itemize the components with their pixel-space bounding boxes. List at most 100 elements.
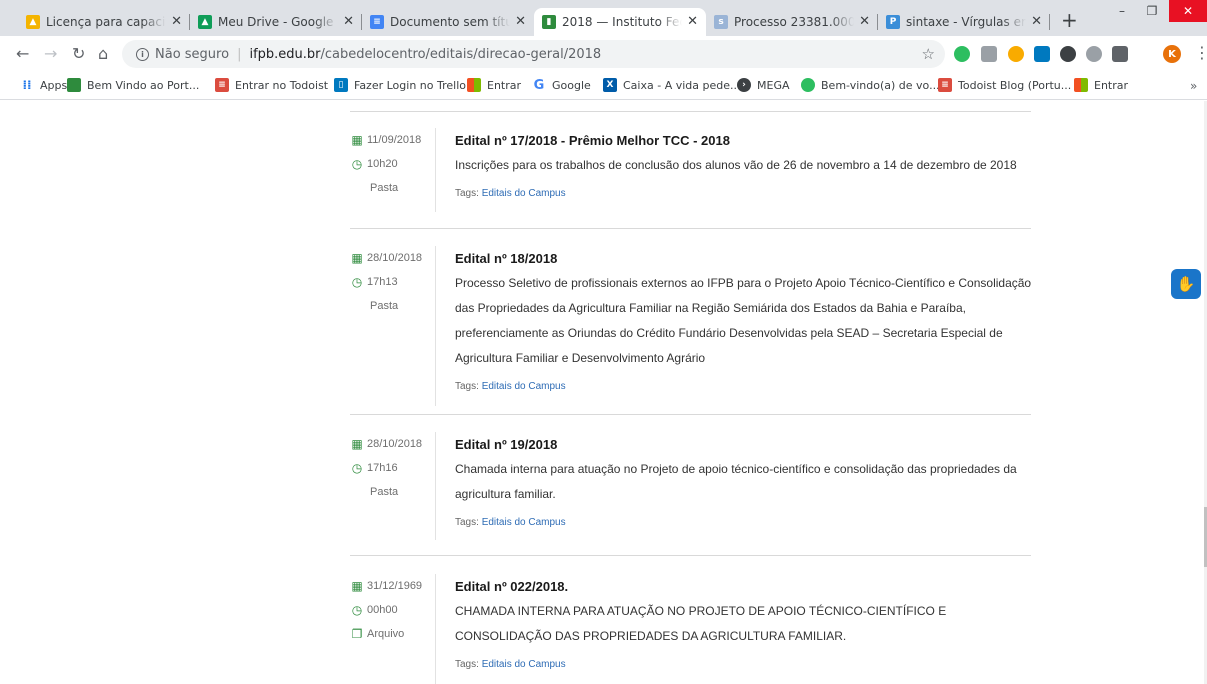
bookmark-star-icon[interactable]: ☆	[922, 45, 935, 63]
evernote-extension-icon[interactable]	[954, 46, 970, 62]
edital-date: 11/09/2018	[367, 134, 422, 146]
close-tab-icon[interactable]: ✕	[687, 14, 698, 30]
close-tab-icon[interactable]: ✕	[859, 14, 870, 30]
tag-link[interactable]: Editais do Campus	[482, 381, 566, 392]
timer-extension-icon[interactable]	[1008, 46, 1024, 62]
edital-date: 31/12/1969	[367, 580, 423, 592]
tag-link[interactable]: Editais do Campus	[482, 659, 566, 670]
minimize-button[interactable]: –	[1107, 0, 1137, 22]
more-menu-icon[interactable]: ⋮	[1194, 44, 1207, 62]
edital-title-link[interactable]: Edital nº 18/2018	[455, 248, 1045, 270]
divider	[350, 111, 1031, 112]
bookmark-todoist-blog[interactable]: ≡ Todoist Blog (Portu...	[938, 78, 1071, 92]
tab-title: 2018 — Instituto Federal	[562, 15, 682, 29]
forward-arrow-icon[interactable]: →	[44, 44, 57, 64]
back-arrow-icon[interactable]: ←	[16, 44, 29, 64]
trello-icon: ▯	[334, 78, 348, 92]
todoist-icon: ≡	[938, 78, 952, 92]
clock-icon: ◷	[351, 461, 363, 475]
edital-time: 17h16	[367, 462, 398, 474]
edital-meta: ▦ 28/10/2018 ◷ 17h16 Pasta	[350, 432, 436, 540]
bookmark-apps[interactable]: ⁞⁞ Apps	[20, 78, 67, 92]
address-divider: |	[237, 46, 242, 62]
edital-type: Pasta	[370, 486, 399, 498]
bookmarks-overflow-button[interactable]: »	[1190, 79, 1197, 93]
tab-instituto-federal[interactable]: ▮ 2018 — Instituto Federal ✕	[534, 8, 706, 36]
google-docs-icon: ≡	[370, 15, 384, 29]
close-tab-icon[interactable]: ✕	[343, 14, 354, 30]
bookmark-bem-vindo-portal[interactable]: Bem Vindo ao Port...	[67, 78, 199, 92]
trello-extension-icon[interactable]	[1034, 46, 1050, 62]
edital-type: Pasta	[370, 300, 399, 312]
portuguese-se-icon: P	[886, 15, 900, 29]
edital-tags: Tags: Editais do Campus	[455, 517, 1045, 528]
edital-meta: ▦ 11/09/2018 ◷ 10h20 Pasta	[350, 128, 436, 212]
notes-extension-icon[interactable]	[981, 46, 997, 62]
new-tab-button[interactable]: +	[1061, 10, 1078, 30]
edital-tags: Tags: Editais do Campus	[455, 381, 1045, 392]
bookmark-label: Todoist Blog (Portu...	[958, 78, 1072, 92]
edital-title-link[interactable]: Edital nº 022/2018.	[455, 576, 1045, 598]
bookmark-trello[interactable]: ▯ Fazer Login no Trello	[334, 78, 466, 92]
edital-description: Inscrições para os trabalhos de conclusã…	[455, 158, 1017, 172]
tags-label: Tags:	[455, 659, 479, 670]
tags-label: Tags:	[455, 517, 479, 528]
grammar-extension-icon[interactable]	[1060, 46, 1076, 62]
edital-item: Edital nº 19/2018 Chamada interna para a…	[455, 434, 1045, 528]
pocket-extension-icon[interactable]	[1112, 46, 1128, 62]
edital-item: Edital nº 17/2018 - Prêmio Melhor TCC - …	[455, 130, 1045, 199]
bookmark-entrar[interactable]: Entrar	[467, 78, 521, 92]
close-tab-icon[interactable]: ✕	[1031, 14, 1042, 30]
bookmark-evernote[interactable]: Bem-vindo(a) de vo...	[801, 78, 940, 92]
edital-meta: ▦ 28/10/2018 ◷ 17h13 Pasta	[350, 246, 436, 406]
edital-time: 00h00	[367, 604, 398, 616]
tags-label: Tags:	[455, 188, 479, 199]
microsoft-icon	[1074, 78, 1088, 92]
bookmark-todoist[interactable]: ≡ Entrar no Todoist	[215, 78, 328, 92]
security-label: Não seguro	[155, 46, 230, 62]
home-icon[interactable]: ⌂	[98, 44, 108, 64]
reader-extension-icon[interactable]	[1086, 46, 1102, 62]
tab-licenca[interactable]: ▲ Licença para capacitação ✕	[18, 8, 190, 36]
bookmark-label: Caixa - A vida pede...	[623, 78, 741, 92]
bookmark-label: MEGA	[757, 78, 790, 92]
divider	[350, 555, 1031, 556]
calendar-icon: ▦	[351, 579, 363, 593]
bookmark-label: Bem-vindo(a) de vo...	[821, 78, 940, 92]
maximize-button[interactable]: ❐	[1137, 0, 1167, 22]
tab-processo[interactable]: s Processo 23381.000416... ✕	[706, 8, 878, 36]
bookmark-google[interactable]: G Google	[532, 77, 591, 93]
edital-description: Processo Seletivo de profissionais exter…	[455, 276, 1032, 365]
reload-icon[interactable]: ↻	[72, 44, 85, 64]
edital-title-link[interactable]: Edital nº 17/2018 - Prêmio Melhor TCC - …	[455, 130, 1045, 152]
mega-icon: ›	[737, 78, 751, 92]
bookmark-entrar-2[interactable]: Entrar	[1074, 78, 1128, 92]
window-close-button[interactable]: ✕	[1169, 0, 1207, 22]
bookmark-caixa[interactable]: X Caixa - A vida pede...	[603, 78, 741, 92]
tab-meu-drive[interactable]: ▲ Meu Drive - Google Drive ✕	[190, 8, 362, 36]
vlibras-accessibility-icon[interactable]: ✋	[1171, 269, 1201, 299]
google-icon: G	[533, 77, 545, 93]
caixa-icon: X	[603, 78, 617, 92]
tag-link[interactable]: Editais do Campus	[482, 188, 566, 199]
tab-documento[interactable]: ≡ Documento sem título - ✕	[362, 8, 534, 36]
close-tab-icon[interactable]: ✕	[171, 14, 182, 30]
page-content: ▦ 11/09/2018 ◷ 10h20 Pasta Edital nº 17/20…	[0, 101, 1207, 684]
bookmark-mega[interactable]: › MEGA	[737, 78, 790, 92]
tag-link[interactable]: Editais do Campus	[482, 517, 566, 528]
ifpb-icon: ▮	[542, 15, 556, 29]
edital-date: 28/10/2018	[367, 252, 423, 264]
bookmark-label: Entrar	[487, 78, 522, 92]
edital-type: Pasta	[370, 182, 399, 194]
edital-title-link[interactable]: Edital nº 19/2018	[455, 434, 1045, 456]
bookmark-label: Bem Vindo ao Port...	[87, 78, 200, 92]
edital-time: 10h20	[367, 158, 398, 170]
close-tab-icon[interactable]: ✕	[515, 14, 526, 30]
bookmarks-bar: ⁞⁞ Apps Bem Vindo ao Port... ≡ Entrar no…	[0, 72, 1207, 100]
file-icon: ❐	[351, 627, 363, 641]
profile-avatar[interactable]: K	[1163, 45, 1181, 63]
address-bar[interactable]: i Não seguro | ifpb.edu.br /cabedelocent…	[122, 40, 945, 68]
tab-sintaxe[interactable]: P sintaxe - Vírgulas em "p ✕	[878, 8, 1050, 36]
bookmark-label: Entrar	[1094, 78, 1129, 92]
info-icon[interactable]: i	[136, 47, 149, 61]
